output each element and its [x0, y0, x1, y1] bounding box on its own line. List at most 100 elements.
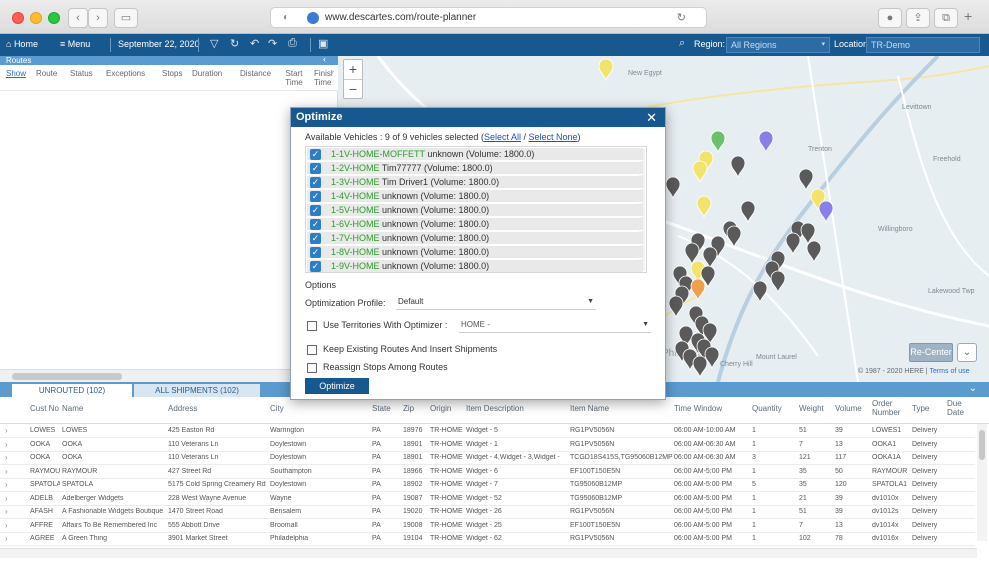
- back-icon[interactable]: ‹: [68, 8, 88, 28]
- table-row[interactable]: › AGREE A Green Thing 3901 Market Street Phi…: [0, 533, 975, 546]
- col-address[interactable]: Address: [168, 404, 197, 413]
- col-name[interactable]: Name: [62, 404, 83, 413]
- col-weight[interactable]: Weight: [799, 404, 824, 413]
- table-vertical-scrollbar[interactable]: [977, 424, 987, 541]
- reassign-stops-checkbox[interactable]: [307, 363, 317, 373]
- forward-icon[interactable]: ›: [88, 8, 108, 28]
- table-row[interactable]: › ADELB Adelberger Widgets 228 West Wayne A…: [0, 493, 975, 506]
- terms-link[interactable]: Terms of use: [929, 368, 969, 375]
- routes-col-duration[interactable]: Duration: [192, 69, 222, 78]
- map-pin-icon[interactable]: [692, 355, 708, 379]
- routes-col-status[interactable]: Status: [70, 69, 93, 78]
- map-pin-icon[interactable]: [668, 295, 684, 319]
- vehicle-row[interactable]: ✓ 1-8V-HOME unknown (Volume: 1800.0): [307, 246, 643, 259]
- col-zip[interactable]: Zip: [403, 404, 414, 413]
- expand-row-icon[interactable]: ›: [5, 507, 8, 516]
- expand-row-icon[interactable]: ›: [5, 426, 8, 435]
- vehicle-row[interactable]: ✓ 1-4V-HOME unknown (Volume: 1800.0): [307, 190, 643, 203]
- select-none-link[interactable]: Select None: [528, 132, 577, 142]
- check-icon[interactable]: ✓: [310, 219, 321, 230]
- map-pin-icon[interactable]: [818, 200, 834, 224]
- routes-col-route[interactable]: Route: [36, 69, 57, 78]
- expand-row-icon[interactable]: ›: [5, 534, 8, 543]
- scroll-thumb[interactable]: [12, 373, 122, 380]
- table-row[interactable]: › OOKA OOKA 110 Veterans Ln Doylestown PA 1890…: [0, 439, 975, 452]
- map-pin-icon[interactable]: [806, 240, 822, 264]
- scroll-thumb[interactable]: [979, 430, 985, 460]
- sidebar-icon[interactable]: ▭: [114, 8, 138, 28]
- expand-row-icon[interactable]: ›: [5, 494, 8, 503]
- expand-row-icon[interactable]: ›: [5, 467, 8, 476]
- check-icon[interactable]: ✓: [310, 163, 321, 174]
- map-pin-icon[interactable]: [702, 246, 718, 270]
- check-icon[interactable]: ✓: [310, 205, 321, 216]
- table-row[interactable]: › AFFRE Affairs To Be Remembered Inc 555 Ab…: [0, 520, 975, 533]
- chevron-down-icon[interactable]: ⌄: [969, 383, 977, 394]
- tab-all-shipments[interactable]: ALL SHIPMENTS (102): [134, 384, 260, 397]
- tabs-icon[interactable]: ⧉: [934, 8, 958, 28]
- col-due-date[interactable]: Due Date: [947, 399, 969, 417]
- check-icon[interactable]: ✓: [310, 233, 321, 244]
- vehicle-row[interactable]: ✓ 1-6V-HOME unknown (Volume: 1800.0): [307, 218, 643, 231]
- vehicle-row[interactable]: ✓ 1-3V-HOME Tim Driver1 (Volume: 1800.0): [307, 176, 643, 189]
- refresh-icon[interactable]: ↻: [230, 37, 239, 50]
- col-time-window[interactable]: Time Window: [674, 404, 722, 413]
- tab-unrouted[interactable]: UNROUTED (102): [12, 384, 132, 397]
- undo-icon[interactable]: ↶: [250, 37, 259, 50]
- col-type[interactable]: Type: [912, 404, 929, 413]
- map-pin-icon[interactable]: [665, 176, 681, 200]
- table-horizontal-scrollbar[interactable]: [0, 548, 977, 558]
- col-city[interactable]: City: [270, 404, 284, 413]
- zoom-control[interactable]: + −: [343, 59, 363, 99]
- col-quantity[interactable]: Quantity: [752, 404, 782, 413]
- map-pin-icon[interactable]: [752, 280, 768, 304]
- date-picker[interactable]: September 22, 2020: [118, 39, 200, 49]
- territory-select[interactable]: HOME - ▼: [459, 319, 651, 333]
- check-icon[interactable]: ✓: [310, 191, 321, 202]
- map-pin-icon[interactable]: [710, 130, 726, 154]
- col-volume[interactable]: Volume: [835, 404, 862, 413]
- vehicle-row[interactable]: ✓ 1-9V-HOME unknown (Volume: 1800.0): [307, 260, 643, 272]
- routes-col-show[interactable]: Show: [6, 69, 26, 78]
- map-pin-icon[interactable]: [696, 195, 712, 219]
- recenter-button[interactable]: Re-Center: [909, 343, 953, 362]
- vehicle-row[interactable]: ✓ 1-5V-HOME unknown (Volume: 1800.0): [307, 204, 643, 217]
- maximize-window-button[interactable]: [48, 12, 60, 24]
- routes-col-finish-time[interactable]: Finish Time: [314, 69, 334, 87]
- calendar-icon[interactable]: ▣: [318, 37, 328, 50]
- col-state[interactable]: State: [372, 404, 391, 413]
- map-pin-icon[interactable]: [690, 278, 706, 302]
- col-cust-no[interactable]: Cust No: [30, 404, 59, 413]
- expand-row-icon[interactable]: ›: [5, 440, 8, 449]
- map-pin-icon[interactable]: [598, 58, 614, 82]
- expand-row-icon[interactable]: ›: [5, 453, 8, 462]
- table-row[interactable]: › SPATOLA SPATOLA 5175 Cold Spring Creamery…: [0, 479, 975, 492]
- col-order-number[interactable]: Order Number: [872, 399, 902, 417]
- print-icon[interactable]: ⎙: [288, 37, 297, 50]
- select-all-link[interactable]: Select All: [484, 132, 521, 142]
- check-icon[interactable]: ✓: [310, 247, 321, 258]
- routes-col-distance[interactable]: Distance: [240, 69, 271, 78]
- vehicle-row[interactable]: ✓ 1-1V-HOME-MOFFETT unknown (Volume: 1800…: [307, 148, 643, 161]
- table-row[interactable]: › AFASH A Fashionable Widgets Boutique 1470…: [0, 506, 975, 519]
- table-row[interactable]: › LOWES LOWES 425 Easton Rd Warrington PA 1897…: [0, 425, 975, 438]
- zoom-out-button[interactable]: −: [344, 79, 362, 98]
- redo-icon[interactable]: ↷: [268, 37, 277, 50]
- routes-col-stops[interactable]: Stops: [162, 69, 182, 78]
- map-pin-icon[interactable]: [740, 200, 756, 224]
- home-button[interactable]: ⌂ Home: [6, 39, 38, 49]
- optimize-button[interactable]: Optimize: [305, 378, 369, 394]
- table-row[interactable]: ›RAYMOURRAYMOUR427 Street RdSouthamptonP…: [0, 466, 975, 479]
- keep-existing-routes-checkbox[interactable]: [307, 345, 317, 355]
- col-origin[interactable]: Origin: [430, 404, 451, 413]
- routes-col-start-time[interactable]: Start Time: [285, 69, 303, 87]
- map-pin-icon[interactable]: [798, 168, 814, 192]
- filter-icon[interactable]: ▽: [210, 37, 218, 50]
- map-pin-icon[interactable]: [692, 160, 708, 184]
- map-pin-icon[interactable]: [785, 232, 801, 256]
- share-icon[interactable]: ⇪: [906, 8, 930, 28]
- search-icon[interactable]: ⌕: [679, 37, 685, 50]
- close-window-button[interactable]: [12, 12, 24, 24]
- region-select[interactable]: All Regions ▾: [726, 37, 830, 53]
- check-icon[interactable]: ✓: [310, 177, 321, 188]
